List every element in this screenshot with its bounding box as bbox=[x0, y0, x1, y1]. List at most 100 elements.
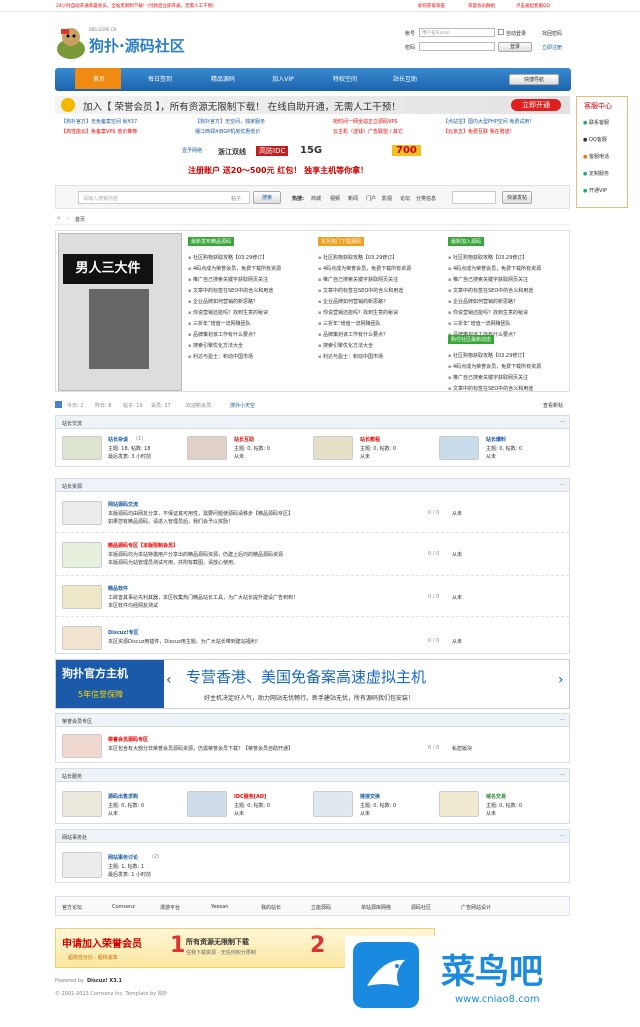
list-item[interactable]: 社区购物获取攻略【03.29修订】 bbox=[318, 253, 442, 264]
sidebar-item-custom[interactable]: ● 定制服务 bbox=[583, 170, 625, 187]
site-logo[interactable]: BBS.GOPE.CN 狗扑·源码社区 bbox=[55, 23, 205, 63]
list-item[interactable]: 搜索引擎优化方法大全 bbox=[188, 341, 312, 352]
friend-link[interactable]: 立能源码 bbox=[311, 904, 331, 911]
board-name[interactable]: 精品源码专区【本版限制会员】 bbox=[108, 542, 178, 549]
section-title[interactable]: 站长服务 bbox=[56, 769, 569, 782]
search-button[interactable]: 搜索 bbox=[253, 191, 281, 204]
friend-link[interactable]: Yeesan bbox=[211, 904, 228, 910]
board-last[interactable]: 最后发表: 1 小时前 bbox=[108, 871, 151, 878]
featured-image[interactable]: 男人三大件 bbox=[58, 233, 182, 391]
promo-link[interactable]: 【北京五】免费互联 我在赠送！ bbox=[443, 128, 515, 135]
board-icon[interactable] bbox=[62, 626, 102, 650]
friend-link[interactable]: 单站源库网络 bbox=[361, 904, 391, 911]
friend-link[interactable]: Comsenz bbox=[112, 904, 135, 910]
board-icon[interactable] bbox=[62, 436, 102, 460]
list-item[interactable]: 4码点成为荣誉会员，免费下载所有资源 bbox=[448, 362, 568, 373]
list-item[interactable]: 品牌策划该工作有什么要点？ bbox=[318, 330, 442, 341]
list-item[interactable]: 推广自己搜索关键字获取网页关注 bbox=[188, 275, 312, 286]
banner-prev-icon[interactable]: ‹ bbox=[166, 672, 172, 688]
register-link[interactable]: 立即注册 bbox=[542, 44, 562, 51]
board-icon[interactable] bbox=[439, 791, 479, 817]
promo-link[interactable]: 【狗扑官方】无空间，独家服务 bbox=[195, 118, 265, 125]
board-icon[interactable] bbox=[62, 734, 102, 758]
list-item[interactable]: 文章中的标签在SEO中的含义和用途 bbox=[448, 384, 568, 395]
board-name[interactable]: IDC服务[AD] bbox=[234, 793, 266, 800]
password-input[interactable] bbox=[419, 42, 495, 51]
section-title[interactable]: 网站事务处 bbox=[56, 830, 569, 843]
list-item[interactable]: 文章中的标签在SEO中的含义和用途 bbox=[318, 286, 442, 297]
list-item[interactable]: 三折年”增值一流网赚团队 bbox=[188, 319, 312, 330]
list-item[interactable]: 企业品牌如何营销的新思路？ bbox=[448, 297, 568, 308]
hot-search-item[interactable]: 新闻 bbox=[348, 195, 358, 202]
board-name[interactable]: 网站源码交流 bbox=[108, 501, 138, 508]
board-name[interactable]: 站长教程 bbox=[360, 436, 380, 443]
collapse-icon[interactable]: — bbox=[560, 482, 565, 488]
hosting-ad[interactable]: 壹予网络 浙江双线 高防IDC 15G 700 注册账户 送20～500元 红包… bbox=[182, 145, 440, 181]
promo-link[interactable]: 云主机（送钱）广告联盟 / 其它 bbox=[333, 128, 403, 135]
list-item[interactable]: 企业品牌如何营销的新思路？ bbox=[318, 297, 442, 308]
top-link-2[interactable]: 荣誉会员群组 bbox=[468, 3, 495, 9]
promo-link[interactable]: 【狗扑官方】无免备案空间 就¥37 bbox=[61, 118, 137, 125]
hot-search-item[interactable]: 门户 bbox=[366, 195, 376, 202]
hot-search-item[interactable]: 视频 bbox=[330, 195, 340, 202]
friend-link[interactable]: 我的站长 bbox=[261, 904, 281, 911]
list-item[interactable]: 品牌策划该工作有什么要点？ bbox=[188, 330, 312, 341]
hot-search-item[interactable]: 分类信息 bbox=[416, 195, 436, 202]
breadcrumb-home[interactable]: 首页 bbox=[75, 216, 85, 223]
nav-signin[interactable]: 每日签到 bbox=[132, 74, 188, 83]
board-icon[interactable] bbox=[62, 542, 102, 568]
board-name[interactable]: Discuz!专区 bbox=[108, 629, 139, 636]
list-item[interactable]: 你说营销还能吗？找到生意的秘诀 bbox=[188, 308, 312, 319]
list-item[interactable]: 4码点成为荣誉会员，免费下载所有资源 bbox=[448, 264, 568, 275]
board-icon[interactable] bbox=[187, 791, 227, 817]
list-item[interactable]: 三折年”增值一流网赚团队 bbox=[448, 319, 568, 330]
stat-newest-member[interactable]: 搜外小天空 bbox=[230, 402, 255, 409]
list-item[interactable]: 社区购物获取攻略【03.29修订】 bbox=[448, 351, 568, 362]
collapse-icon[interactable]: — bbox=[560, 419, 565, 425]
promo-link[interactable]: 【点站宝】国内大型PHP空间 免费试用！ bbox=[443, 118, 534, 125]
collapse-icon[interactable]: — bbox=[560, 772, 565, 778]
promo-link[interactable]: 【高性能云】免备案VPS 低价推荐 bbox=[61, 128, 137, 135]
nav-help[interactable]: 站长互助 bbox=[377, 74, 433, 83]
section-title[interactable]: 站长交流 bbox=[56, 416, 569, 429]
board-name[interactable]: 精品软件 bbox=[108, 585, 128, 592]
nav-space[interactable]: 特权空间 bbox=[317, 74, 373, 83]
hot-search-item[interactable]: 论坛 bbox=[400, 195, 410, 202]
board-icon[interactable] bbox=[62, 585, 102, 609]
list-item[interactable]: 利达与盈士：积动中国市场 bbox=[318, 352, 442, 363]
account-input[interactable]: 用户名/Email bbox=[419, 28, 495, 37]
footer-discuz[interactable]: Discuz! X3.1 bbox=[87, 978, 122, 984]
list-item[interactable]: 推广自己搜索关键字获取网页关注 bbox=[448, 275, 568, 286]
find-password-link[interactable]: 找回密码 bbox=[542, 30, 562, 37]
board-icon[interactable] bbox=[187, 436, 227, 460]
section-title[interactable]: 站长资源 bbox=[56, 479, 569, 492]
board-icon[interactable] bbox=[439, 436, 479, 460]
remember-checkbox[interactable] bbox=[498, 29, 504, 35]
nav-source[interactable]: 精品源码 bbox=[195, 74, 251, 83]
view-new-posts-link[interactable]: 查看新帖 bbox=[543, 402, 563, 409]
board-name[interactable]: 网站事务讨论 bbox=[108, 854, 138, 861]
sidebar-item-vip[interactable]: ● 开通VIP bbox=[583, 187, 625, 204]
board-icon[interactable] bbox=[313, 436, 353, 460]
board-name[interactable]: 链接交换 bbox=[360, 793, 380, 800]
board-name[interactable]: 站长杂谈 bbox=[108, 436, 128, 443]
hot-search-item[interactable]: 商城 bbox=[311, 195, 321, 202]
friend-link[interactable]: 源码社区 bbox=[411, 904, 431, 911]
quick-post-button[interactable]: 快速发帖 bbox=[502, 191, 532, 204]
board-icon[interactable] bbox=[62, 501, 102, 525]
quick-post-input[interactable] bbox=[452, 191, 496, 204]
board-name[interactable]: 荣誉会员源码专区 bbox=[108, 736, 148, 743]
board-name[interactable]: 站长爆料 bbox=[486, 436, 506, 443]
list-item[interactable]: 4码点成为荣誉会员，免费下载所有资源 bbox=[188, 264, 312, 275]
top-link-3[interactable]: 点击发起客服QQ bbox=[516, 3, 550, 9]
hosting-banner[interactable]: 狗扑官方主机 5年信誉保障 ‹ 专营香港、美国免备案高速虚拟主机 好主机决定好人… bbox=[55, 659, 570, 709]
section-title[interactable]: 荣誉会员专区 bbox=[56, 714, 569, 727]
board-name[interactable]: 源码出售求购 bbox=[108, 793, 138, 800]
banner-next-icon[interactable]: › bbox=[558, 672, 564, 688]
promo-link[interactable]: 播江西郑州BGP机房优惠低价 bbox=[195, 128, 260, 135]
search-input[interactable]: 请输入搜索内容 bbox=[78, 191, 250, 204]
quick-nav-button[interactable]: 快捷导航 bbox=[509, 74, 559, 85]
hot-search-item[interactable]: 影视 bbox=[382, 195, 392, 202]
list-item[interactable]: 企业品牌如何营销的新思路？ bbox=[188, 297, 312, 308]
board-name[interactable]: 站长互助 bbox=[234, 436, 254, 443]
